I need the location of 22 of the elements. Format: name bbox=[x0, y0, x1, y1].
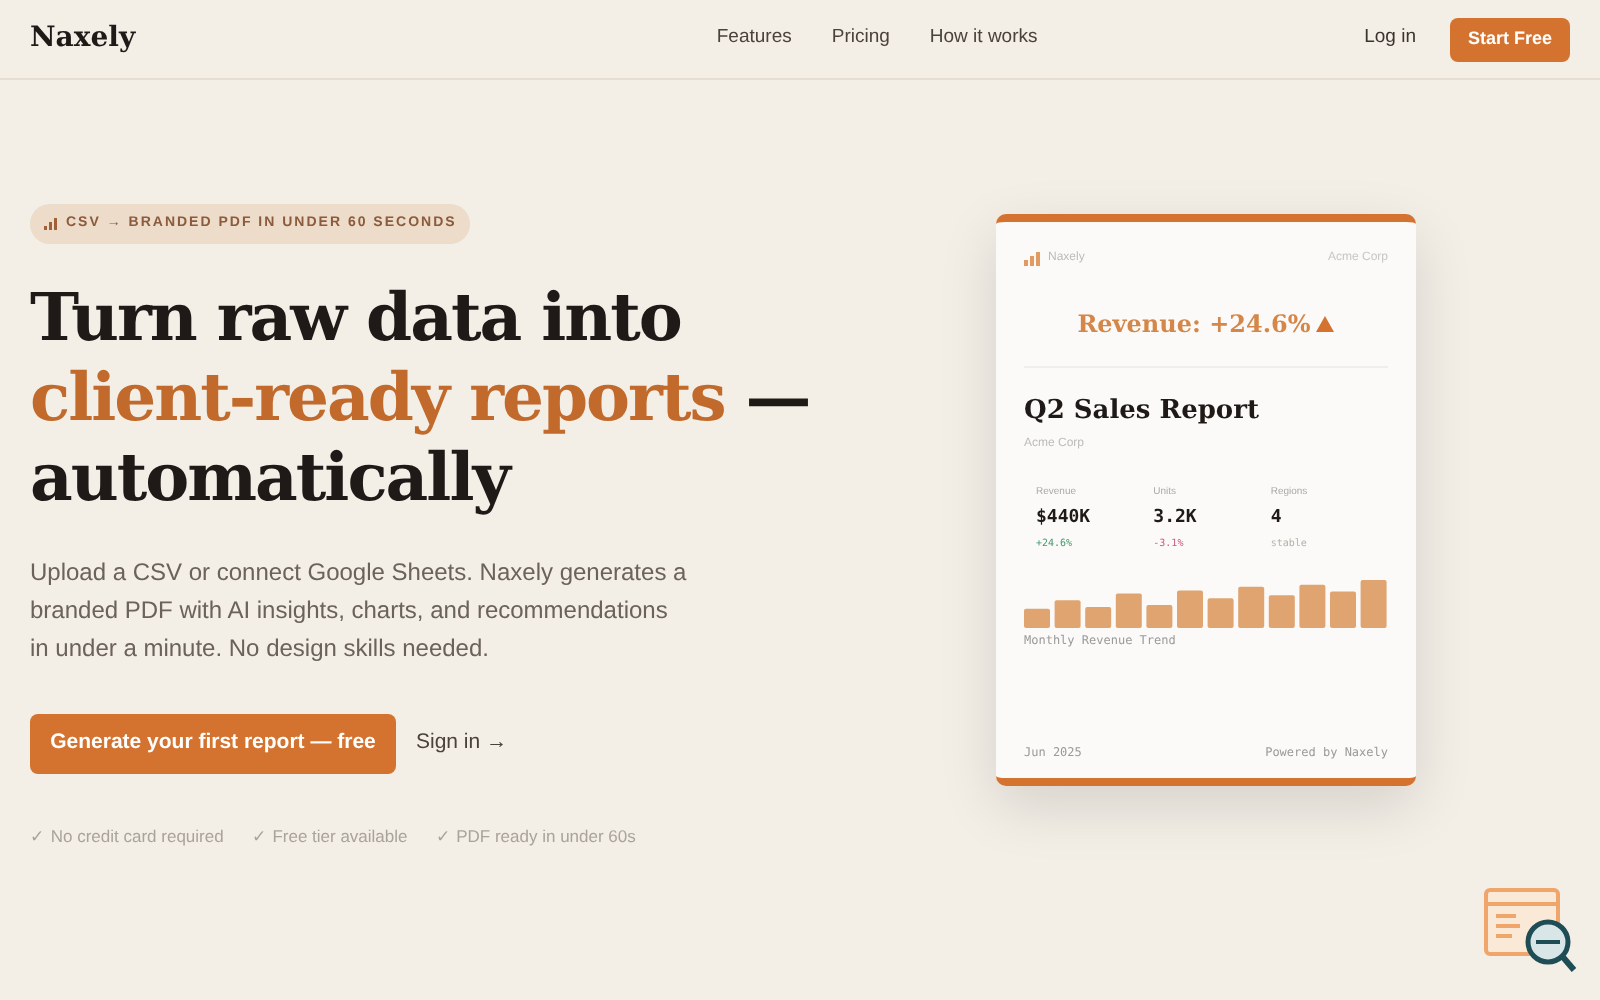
perk-text: ✓ Free tier available bbox=[251, 824, 408, 850]
perk-text: ✓ PDF ready in under 60s bbox=[435, 824, 636, 850]
metric-value: $440K bbox=[1036, 506, 1091, 532]
report-title: Q2 Sales Report bbox=[1024, 394, 1259, 430]
revenue-highlight: Revenue: +24.6% bbox=[1077, 308, 1311, 342]
up-triangle-icon bbox=[1316, 316, 1335, 332]
perk-text: ✓ No credit card required bbox=[30, 824, 224, 850]
brand-logo[interactable]: Naxely bbox=[30, 18, 430, 60]
signal-bars-icon bbox=[44, 218, 58, 230]
headline-accent: client-ready reports bbox=[30, 358, 725, 438]
headline-line: automatically bbox=[30, 438, 509, 518]
headline-line: Turn raw data into bbox=[30, 278, 681, 358]
headline-dash: — bbox=[743, 358, 810, 438]
login-link[interactable]: Log in bbox=[1364, 24, 1416, 54]
nav-link[interactable]: Pricing bbox=[831, 24, 890, 54]
nav-link[interactable]: Features bbox=[716, 24, 792, 54]
sign-in-link[interactable]: Sign in → bbox=[416, 728, 508, 760]
hero-description: Upload a CSV or connect Google Sheets. Naxely generates a branded PDF with AI insights, charts, and recommendations in under a minute. No design skills needed. bbox=[30, 556, 689, 666]
metric-value: 3.2K bbox=[1153, 506, 1197, 532]
nav-link[interactable]: How it works bbox=[929, 24, 1038, 54]
metric-value: 4 bbox=[1270, 506, 1282, 532]
signal-bars-icon bbox=[1024, 252, 1040, 266]
